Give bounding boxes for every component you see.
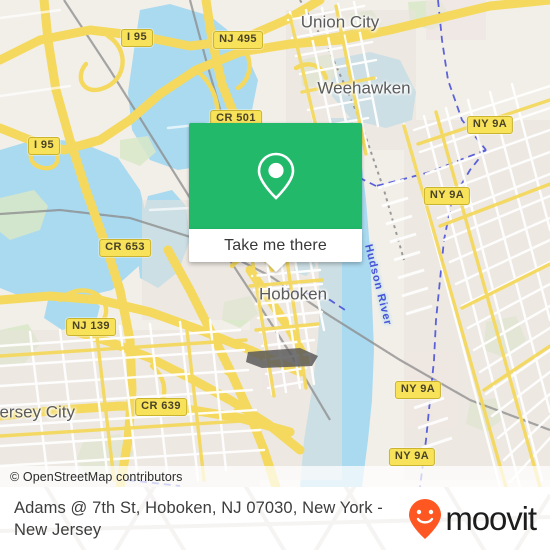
road-shield-label: CR 653 xyxy=(105,241,145,253)
road-shield-label: NJ 139 xyxy=(72,320,110,332)
road-shield-label: I 95 xyxy=(127,31,147,43)
take-me-there-label: Take me there xyxy=(224,236,327,254)
map-canvas[interactable]: .w{fill:#aadaf0} .g{fill:#d9e8c8} .blk{f… xyxy=(0,0,550,487)
map-label-text: Union City xyxy=(300,12,380,32)
map-screenshot: .w{fill:#aadaf0} .g{fill:#d9e8c8} .blk{f… xyxy=(0,0,550,550)
road-shield-label: NY 9A xyxy=(472,118,508,130)
map-label-place: Hoboken xyxy=(259,285,327,304)
take-me-there-button[interactable]: Take me there xyxy=(189,229,362,272)
map-pin-icon xyxy=(257,152,294,200)
road-shield: I 95 xyxy=(121,29,153,47)
road-shield: I 95 xyxy=(28,137,60,155)
road-shield-label: NJ 495 xyxy=(219,33,257,45)
map-label-text: Weehawken xyxy=(317,78,411,98)
road-shield-label: CR 639 xyxy=(141,400,181,412)
road-shield-label: NY 9A xyxy=(400,383,436,395)
road-shield-label: NY 9A xyxy=(394,450,430,462)
osm-attribution-text: © OpenStreetMap contributors xyxy=(10,469,183,484)
map-label-place: Weehawken xyxy=(317,79,410,98)
moovit-logo[interactable]: moovit xyxy=(408,498,550,540)
location-callout[interactable]: Take me there xyxy=(189,123,362,272)
road-shield: NY 9A xyxy=(423,187,471,205)
road-shield: NJ 139 xyxy=(66,318,116,336)
map-label-text: Jersey City xyxy=(0,402,76,422)
road-shield: NY 9A xyxy=(466,116,514,134)
callout-body xyxy=(189,123,362,229)
callout-pointer xyxy=(264,261,287,272)
road-shield-label: NY 9A xyxy=(429,189,465,201)
moovit-smiley-pin-icon xyxy=(409,498,442,539)
road-shield: NY 9A xyxy=(388,448,436,466)
road-shield: CR 639 xyxy=(135,398,187,416)
osm-attribution: © OpenStreetMap contributors xyxy=(0,466,550,487)
road-shield: CR 653 xyxy=(99,239,151,257)
map-label-place: Union City xyxy=(295,13,385,32)
map-label-place: Jersey City xyxy=(0,403,75,422)
road-shield: NY 9A xyxy=(394,381,442,399)
road-shield-label: I 95 xyxy=(34,139,54,151)
road-shield: NJ 495 xyxy=(213,31,263,49)
footer-bar: Adams @ 7th St, Hoboken, NJ 07030, New Y… xyxy=(0,487,550,550)
map-label-text: Hoboken xyxy=(258,284,328,304)
moovit-wordmark: moovit xyxy=(445,500,537,537)
address-text: Adams @ 7th St, Hoboken, NJ 07030, New Y… xyxy=(14,498,383,539)
